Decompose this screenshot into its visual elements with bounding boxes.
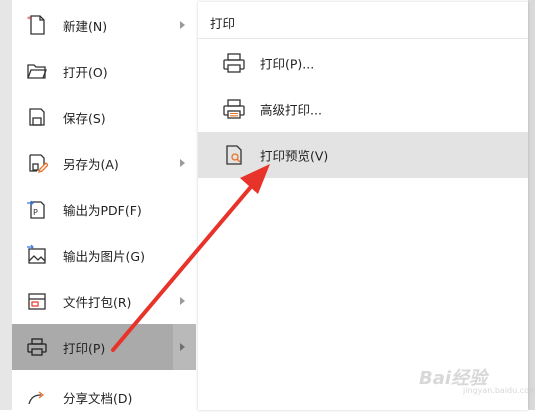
svg-text:P: P (33, 208, 38, 217)
menu-item-save[interactable]: 保存(S) (12, 94, 196, 140)
menu-item-label: 保存(S) (63, 110, 106, 126)
chevron-right-icon (180, 159, 185, 167)
chevron-right-icon (180, 343, 185, 351)
menu-item-label: 新建(N) (63, 18, 108, 34)
menu-item-package[interactable]: 文件打包(R) (12, 278, 196, 324)
menu-item-label: 文件打包(R) (63, 294, 132, 310)
svg-text:*: * (27, 15, 31, 24)
menu-item-label: 输出为图片(G) (63, 248, 145, 264)
chevron-right-icon (180, 21, 185, 29)
submenu-item-advanced-print[interactable]: 高级打印... (198, 86, 528, 132)
submenu-item-print-preview[interactable]: 打印预览(V) (198, 132, 528, 178)
package-icon (26, 290, 48, 312)
new-file-icon: * (26, 14, 48, 36)
watermark-logo: Bai经验 jingyan.baidu.com (393, 358, 535, 395)
save-icon (26, 106, 48, 128)
export-image-icon (26, 244, 48, 266)
menu-item-label: 打印(P) (63, 340, 106, 356)
submenu-item-label: 高级打印... (260, 102, 322, 118)
save-as-icon (26, 152, 49, 174)
submenu-item-label: 打印预览(V) (260, 148, 329, 164)
background-left-edge (0, 0, 12, 410)
watermark-subtext: jingyan.baidu.com (463, 386, 535, 395)
printer-icon (26, 336, 48, 358)
share-icon (26, 386, 48, 408)
menu-item-label: 另存为(A) (63, 156, 119, 172)
export-pdf-icon: P (26, 198, 48, 220)
menu-item-label: 输出为PDF(F) (63, 202, 142, 218)
submenu-title: 打印 (210, 16, 236, 31)
submenu-item-label: 打印(P)... (260, 56, 315, 72)
menu-item-export-image[interactable]: 输出为图片(G) (12, 232, 196, 278)
submenu-divider (198, 38, 528, 39)
menu-item-share[interactable]: 分享文档(D) (12, 374, 196, 420)
advanced-printer-icon (222, 97, 246, 121)
folder-open-icon (26, 60, 48, 82)
menu-item-label: 打开(O) (63, 64, 108, 80)
menu-item-save-as[interactable]: 另存为(A) (12, 140, 196, 186)
menu-item-label: 分享文档(D) (63, 390, 133, 406)
submenu-item-print[interactable]: 打印(P)... (198, 40, 528, 86)
file-menu: * 新建(N) 打开(O) 保存(S) 另存为(A) P 输出为PDF(F) 输… (12, 0, 196, 410)
printer-icon (222, 51, 246, 75)
print-preview-icon (222, 143, 246, 167)
menu-item-open[interactable]: 打开(O) (12, 48, 196, 94)
print-submenu: 打印 打印(P)... 高级打印... 打印预览(V) (198, 2, 528, 410)
background-right-edge (528, 0, 535, 410)
menu-item-new[interactable]: * 新建(N) (12, 2, 196, 48)
chevron-right-icon (180, 297, 185, 305)
menu-item-print[interactable]: 打印(P) (12, 324, 196, 370)
menu-item-export-pdf[interactable]: P 输出为PDF(F) (12, 186, 196, 232)
